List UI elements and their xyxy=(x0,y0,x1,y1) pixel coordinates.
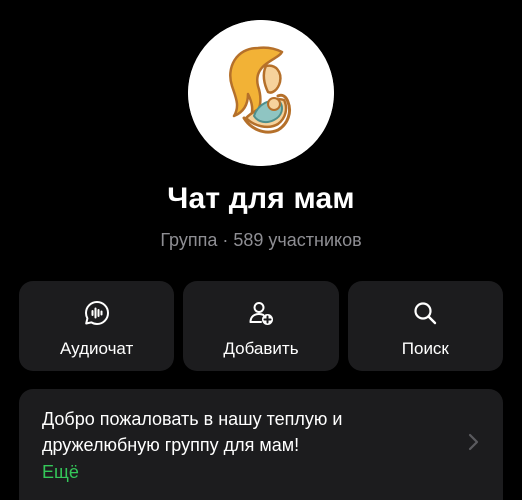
group-subtitle: Группа · 589 участников xyxy=(160,230,362,250)
group-avatar[interactable] xyxy=(188,20,334,166)
audio-chat-button[interactable]: Аудиочат xyxy=(19,281,175,371)
search-icon xyxy=(411,299,439,327)
group-title: Чат для мам xyxy=(167,182,355,215)
show-more-link[interactable]: Ещё xyxy=(42,459,79,485)
add-member-label: Добавить xyxy=(223,339,299,358)
group-description-text: Добро пожаловать в нашу теплую и дружелю… xyxy=(42,409,343,455)
mother-baby-logo xyxy=(188,20,334,166)
audio-waves-icon xyxy=(83,299,111,327)
add-person-icon xyxy=(247,299,275,327)
search-label: Поиск xyxy=(401,339,449,358)
group-description-card[interactable]: Добро пожаловать в нашу теплую и дружелю… xyxy=(19,389,503,500)
chevron-right-icon xyxy=(467,433,479,451)
add-member-button[interactable]: Добавить xyxy=(183,281,339,371)
audio-chat-label: Аудиочат xyxy=(60,339,134,358)
action-buttons: Аудиочат Добавить Поиск xyxy=(19,281,503,371)
search-button[interactable]: Поиск xyxy=(347,281,503,371)
